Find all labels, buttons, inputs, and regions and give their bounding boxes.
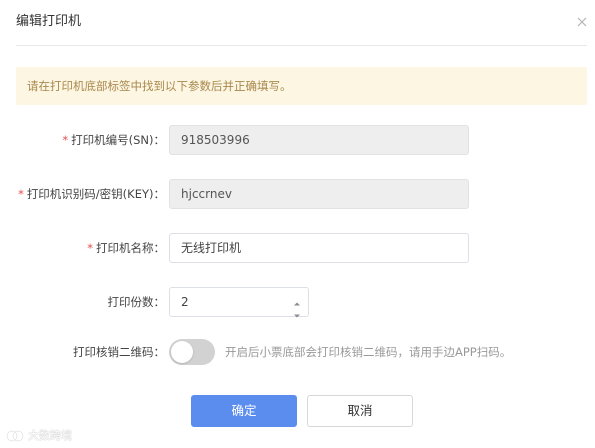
key-label-text: 打印机识别码/密钥(KEY)：: [26, 187, 165, 201]
confirm-button[interactable]: 确定: [191, 395, 297, 427]
name-label-text: 打印机名称：: [96, 241, 165, 255]
key-value: hjccrnev: [181, 187, 232, 201]
key-label: * 打印机识别码/密钥(KEY)：: [18, 185, 165, 203]
key-field[interactable]: hjccrnev: [169, 179, 469, 209]
chevron-down-icon: [294, 314, 300, 318]
close-button[interactable]: [575, 14, 589, 28]
notice-banner: 请在打印机底部标签中找到以下参数后并正确填写。: [16, 67, 587, 105]
copies-label: 打印份数：: [108, 293, 166, 311]
watermark-text: 大数跨境: [28, 429, 72, 442]
stepper-arrows: [292, 291, 302, 318]
name-label: * 打印机名称：: [87, 239, 165, 257]
header-divider: [16, 45, 587, 46]
required-mark: *: [18, 187, 24, 201]
sn-label-text: 打印机编号(SN)：: [71, 133, 165, 147]
copies-value: 2: [181, 295, 189, 309]
stepper-up-button[interactable]: [292, 291, 302, 306]
toggle-knob: [171, 341, 193, 363]
qrcode-toggle[interactable]: [169, 339, 215, 365]
printer-name-value: 无线打印机: [181, 241, 242, 255]
required-mark: *: [87, 241, 93, 255]
qrcode-label-text: 打印核销二维码：: [73, 345, 165, 359]
dialog-header: 编辑打印机: [0, 0, 595, 46]
sn-label: * 打印机编号(SN)：: [62, 131, 165, 149]
sn-field[interactable]: 918503996: [169, 125, 469, 155]
printer-name-input[interactable]: 无线打印机: [169, 233, 469, 263]
dialog-title: 编辑打印机: [16, 14, 82, 29]
copies-label-text: 打印份数：: [107, 295, 166, 309]
stepper-down-button[interactable]: [292, 303, 302, 318]
watermark-logo-icon: [6, 430, 24, 442]
required-mark: *: [62, 133, 69, 147]
qrcode-label: 打印核销二维码：: [73, 343, 165, 361]
notice-text: 请在打印机底部标签中找到以下参数后并正确填写。: [27, 79, 292, 93]
close-icon: [577, 17, 587, 27]
edit-printer-dialog: 编辑打印机 请在打印机底部标签中找到以下参数后并正确填写。 * 打印机编号(SN)…: [0, 0, 595, 448]
cancel-button[interactable]: 取消: [307, 395, 413, 427]
copies-stepper[interactable]: 2: [169, 287, 309, 318]
qrcode-hint: 开启后小票底部会打印核销二维码，请用手边APP扫码。: [225, 345, 512, 359]
sn-value: 918503996: [181, 133, 250, 147]
